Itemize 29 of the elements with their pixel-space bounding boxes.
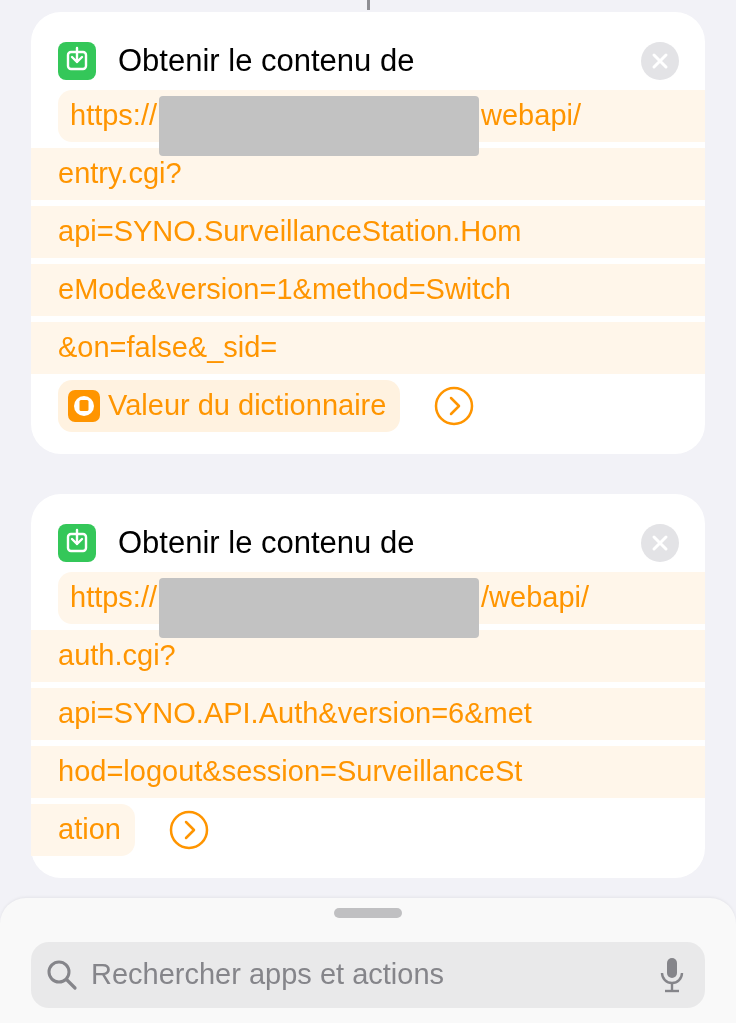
- close-icon: [651, 52, 669, 70]
- chevron-icon[interactable]: [434, 386, 475, 426]
- url-text: eMode&version=1&method=Switch: [58, 272, 511, 308]
- url-text: webapi/: [481, 98, 581, 134]
- variable-token[interactable]: Valeur du dictionnaire: [58, 380, 401, 432]
- url-text: &on=false&_sid=: [58, 330, 278, 366]
- action-title: Obtenir le contenu de: [118, 41, 416, 80]
- close-icon: [651, 534, 669, 552]
- search-bar[interactable]: Rechercher apps et actions: [31, 942, 705, 1008]
- url-text: auth.cgi?: [58, 638, 176, 674]
- chevron-icon[interactable]: [168, 810, 209, 850]
- close-button[interactable]: [641, 524, 679, 562]
- url-text: hod=logout&session=SurveillanceSt: [58, 754, 523, 790]
- search-field[interactable]: Rechercher apps et actions: [89, 952, 659, 998]
- url-text: api=SYNO.SurveillanceStation.Hom: [58, 214, 522, 250]
- download-icon: [58, 42, 96, 80]
- url-text: api=SYNO.API.Auth&version=6&met: [58, 696, 532, 732]
- search-icon: [45, 958, 79, 992]
- action-title: Obtenir le contenu de: [118, 523, 416, 562]
- grabber-handle[interactable]: [334, 908, 402, 918]
- url-text: https://: [70, 98, 158, 134]
- url-text: https://: [70, 580, 158, 616]
- url-text: entry.cgi?: [58, 156, 182, 192]
- url-text: ation: [31, 804, 135, 856]
- close-button[interactable]: [641, 42, 679, 80]
- url-text: /webapi/: [481, 580, 590, 616]
- dictionary-icon: [68, 390, 100, 422]
- microphone-icon[interactable]: [659, 957, 685, 993]
- download-icon: [58, 524, 96, 562]
